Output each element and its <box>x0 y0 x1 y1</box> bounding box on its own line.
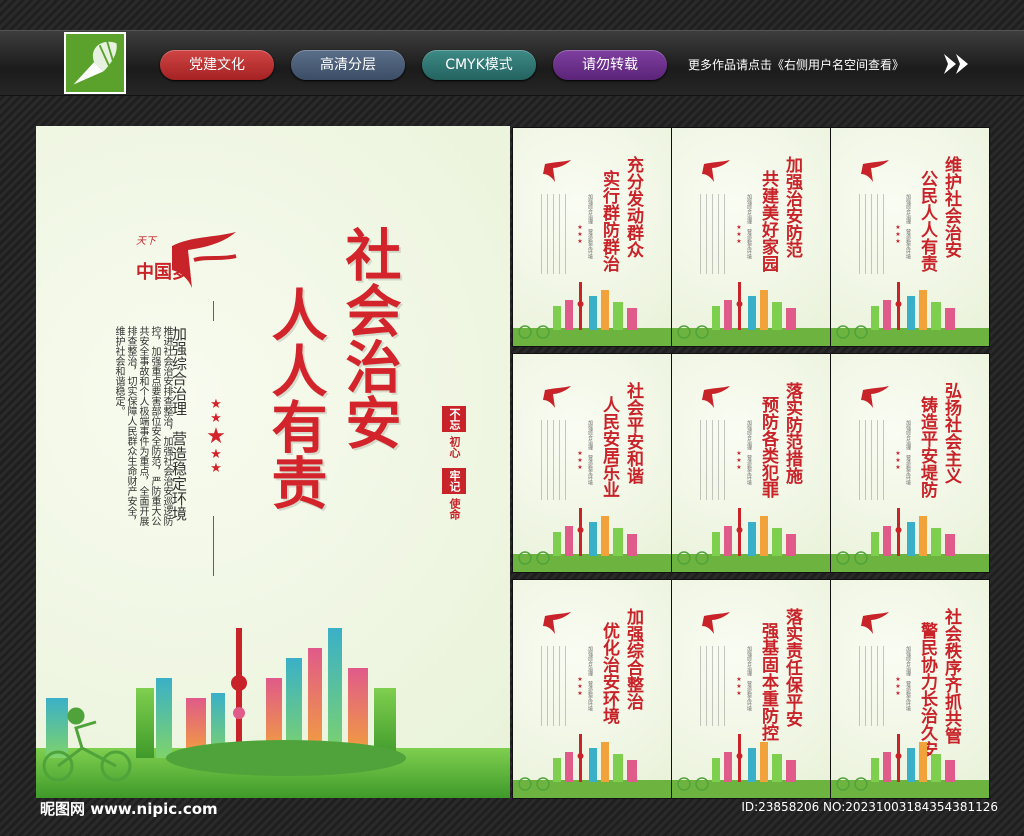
china-dream-logo <box>702 386 730 408</box>
city-skyline-illustration <box>672 734 830 798</box>
poster-body-text <box>859 420 889 500</box>
poster-title-line2: 人民安居乐业 <box>599 396 619 498</box>
small-poster-4: 社会平安和谐 人民安居乐业 加强综合治理 营造稳定环境 ★ ★ ★ <box>513 354 671 572</box>
image-id: ID:23858206 NO:20231003184354381126 <box>741 800 998 814</box>
poster-title-line1: 充分发动群众 <box>623 156 643 258</box>
city-skyline-illustration <box>831 508 989 572</box>
poster-title-line1: 落实防范措施 <box>782 382 802 484</box>
china-dream-logo <box>543 386 571 408</box>
star-group: ★ ★ ★ <box>577 224 583 245</box>
poster-title-line1: 落实责任保平安 <box>782 608 802 727</box>
small-poster-3: 维护社会治安 公民人人有责 加强综合治理 营造稳定环境 ★ ★ ★ <box>831 128 989 346</box>
poster-title-line2: 公民人人有责 <box>917 170 937 272</box>
poster-title-line1: 加强综合整治 <box>623 608 643 710</box>
city-skyline-illustration <box>831 734 989 798</box>
site-watermark[interactable]: 昵图网 www.nipic.com <box>40 798 218 819</box>
poster-body-text <box>541 194 571 274</box>
star-group: ★ ★ ★ <box>895 224 901 245</box>
double-chevron-right-icon[interactable] <box>942 52 972 76</box>
china-dream-logo <box>861 612 889 634</box>
poster-body-text <box>859 646 889 726</box>
small-poster-8: 落实责任保平安 强基固本重防控 加强综合治理 营造稳定环境 ★ ★ ★ <box>672 580 830 798</box>
poster-body-text <box>541 420 571 500</box>
poster-body-text <box>700 646 730 726</box>
poster-title-line2: 实行群防群治 <box>599 170 619 272</box>
main-title-line1: 社会治安 <box>336 226 402 450</box>
city-skyline-illustration <box>672 508 830 572</box>
tag-no-repost[interactable]: 请勿转载 <box>553 50 667 80</box>
main-body-text: 推进社会治安排查整治，加强社会治安巡逻防控，加强重点要害部位安全防范，严防重大公… <box>113 326 172 526</box>
tag-cmyk-mode[interactable]: CMYK模式 <box>422 50 536 80</box>
main-poster: 天下 中国梦 社会治安 人人有责 加强综合治理 营造稳定环境 ★ ★ ★ ★ ★ 推进社… <box>36 126 510 798</box>
poster-title-line1: 维护社会治安 <box>941 156 961 258</box>
china-dream-logo: 天下 中国梦 <box>136 232 237 288</box>
star-group: ★ ★ ★ <box>736 676 742 697</box>
star-group: ★ ★ ★ <box>736 224 742 245</box>
poster-body-text <box>700 194 730 274</box>
poster-body-text <box>700 420 730 500</box>
china-dream-logo <box>861 386 889 408</box>
divider-line-top <box>213 301 214 321</box>
small-poster-5: 落实防范措施 预防各类犯罪 加强综合治理 营造稳定环境 ★ ★ ★ <box>672 354 830 572</box>
small-poster-2: 加强治安防范 共建美好家园 加强综合治理 营造稳定环境 ★ ★ ★ <box>672 128 830 346</box>
divider-line-bottom <box>213 516 214 576</box>
poster-title-line1: 加强治安防范 <box>782 156 802 258</box>
china-dream-logo <box>702 612 730 634</box>
city-skyline-illustration <box>36 628 510 798</box>
city-skyline-illustration <box>831 282 989 346</box>
city-skyline-illustration <box>513 734 671 798</box>
small-poster-6: 弘扬社会主义 铸造平安堤防 加强综合治理 营造稳定环境 ★ ★ ★ <box>831 354 989 572</box>
city-skyline-illustration <box>672 282 830 346</box>
small-poster-7: 加强综合整治 优化治安环境 加强综合治理 营造稳定环境 ★ ★ ★ <box>513 580 671 798</box>
star-group: ★ ★ ★ <box>895 676 901 697</box>
poster-title-line2: 铸造平安堤防 <box>917 396 937 498</box>
poster-title-line2: 共建美好家园 <box>758 170 778 272</box>
poster-body-text <box>541 646 571 726</box>
svg-text:天下: 天下 <box>136 236 158 247</box>
star-group: ★ ★ ★ <box>736 450 742 471</box>
star-group: ★ ★ ★ <box>577 676 583 697</box>
main-title-line2: 人人有责 <box>262 286 328 510</box>
poster-title-line1: 社会秩序齐抓共管 <box>941 608 961 744</box>
more-works-link[interactable]: 更多作品请点击《右侧用户名空间查看》 <box>688 56 904 73</box>
poster-title-line2: 预防各类犯罪 <box>758 396 778 498</box>
tag-party-culture[interactable]: 党建文化 <box>160 50 274 80</box>
seal-mottos: 不忘初心 牢记使命 <box>440 406 466 520</box>
city-skyline-illustration <box>513 282 671 346</box>
small-poster-9: 社会秩序齐抓共管 警民协力长治久安 加强综合治理 营造稳定环境 ★ ★ ★ <box>831 580 989 798</box>
china-dream-logo <box>543 160 571 182</box>
star-group: ★ ★ ★ <box>577 450 583 471</box>
small-poster-1: 充分发动群众 实行群防群治 加强综合治理 营造稳定环境 ★ ★ ★ <box>513 128 671 346</box>
china-dream-logo <box>702 160 730 182</box>
poster-title-line2: 强基固本重防控 <box>758 622 778 741</box>
main-subtitle: 加强综合治理 营造稳定环境 <box>170 326 188 521</box>
poster-title-line2: 优化治安环境 <box>599 622 619 724</box>
china-dream-logo <box>861 160 889 182</box>
hot-air-balloon-icon[interactable] <box>64 32 126 94</box>
poster-title-line1: 弘扬社会主义 <box>941 382 961 484</box>
star-group: ★ ★ ★ ★ ★ <box>206 397 226 476</box>
china-dream-logo <box>543 612 571 634</box>
poster-title-line1: 社会平安和谐 <box>623 382 643 484</box>
poster-body-text <box>859 194 889 274</box>
city-skyline-illustration <box>513 508 671 572</box>
tag-hd-layers[interactable]: 高清分层 <box>291 50 405 80</box>
star-group: ★ ★ ★ <box>895 450 901 471</box>
